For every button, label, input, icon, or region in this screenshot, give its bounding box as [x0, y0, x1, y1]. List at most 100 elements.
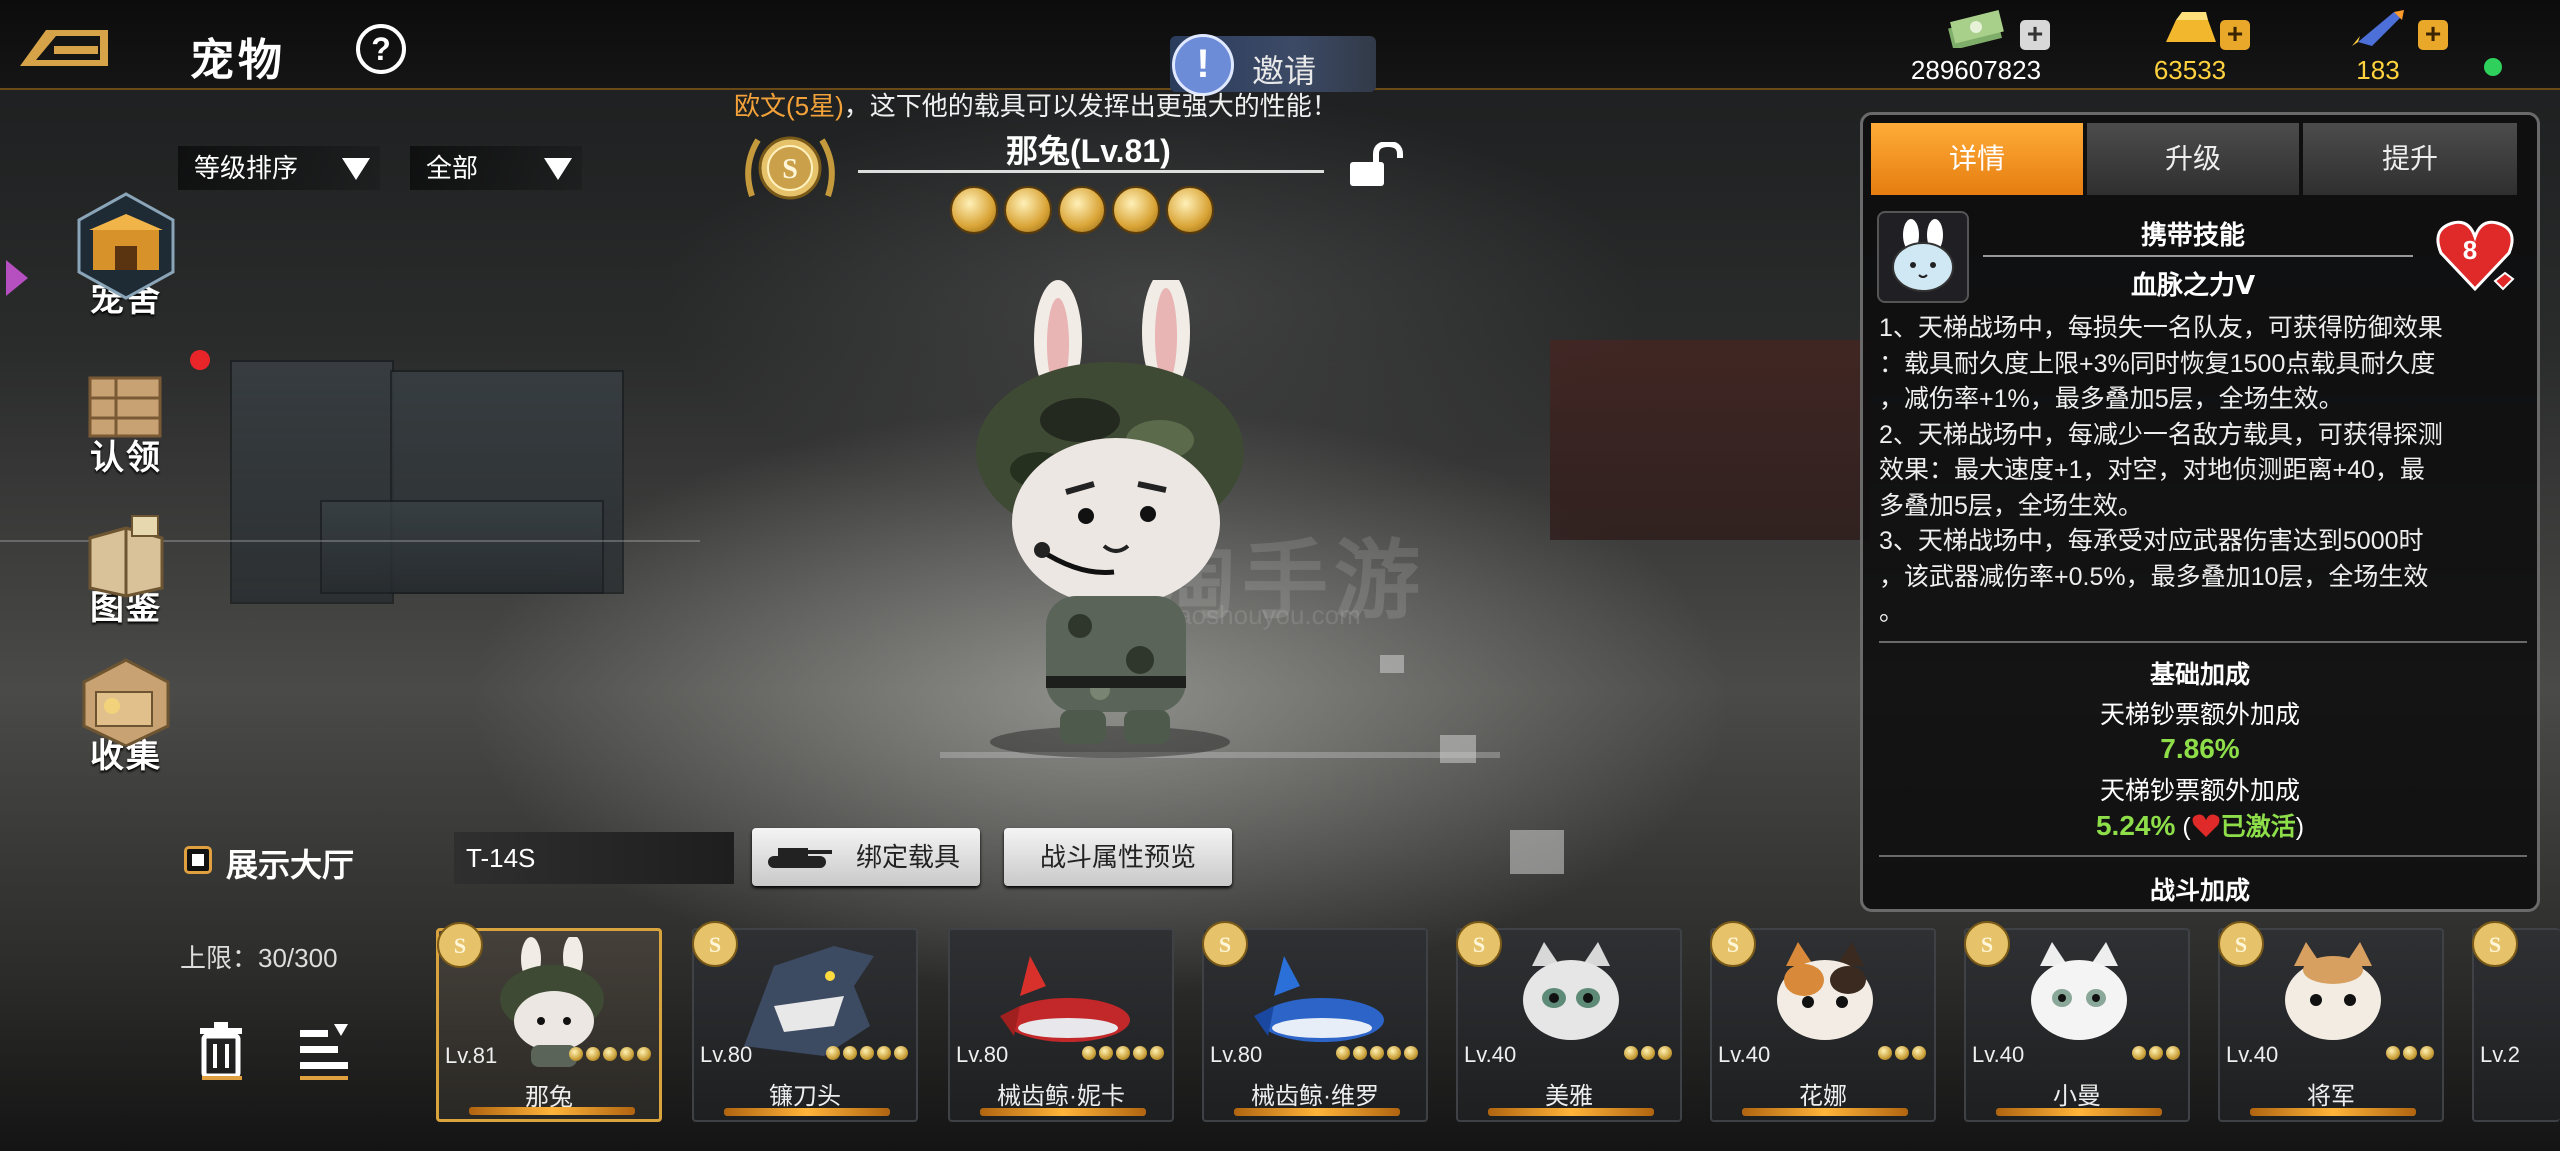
- skill-name: 血脉之力Ⅴ: [2130, 270, 2256, 300]
- news-ticker: 欧文(5星)，这下他的载具可以发挥出更强大的性能！: [734, 86, 1338, 123]
- pet-card-level: Lv.40: [1464, 1042, 1517, 1067]
- pet-card[interactable]: S Lv.40 小曼: [1964, 921, 2190, 1122]
- adopt-crate-icon: [88, 376, 162, 438]
- add-cash-button[interactable]: +: [2020, 20, 2050, 50]
- divider: [1879, 641, 2527, 643]
- grade-coin-icon: S: [1202, 921, 1248, 967]
- side-expand-arrow-icon[interactable]: [6, 260, 28, 296]
- pet-card-name: 将军: [2307, 1083, 2355, 1110]
- nav-collection[interactable]: 收集: [66, 656, 186, 777]
- cash-amount: 289607823: [1910, 55, 2042, 85]
- pet-card-bar: [1742, 1108, 1908, 1116]
- road-mark: [1440, 735, 1476, 763]
- pet-card-stars: [566, 1047, 651, 1066]
- type-dropdown[interactable]: 全部: [410, 146, 582, 190]
- svg-text:S: S: [1727, 932, 1739, 957]
- divider: [858, 170, 1324, 173]
- svg-text:S: S: [2235, 932, 2247, 957]
- pet-card-bar: [1234, 1108, 1400, 1116]
- bind-vehicle-label: 绑定载具: [856, 842, 961, 872]
- dropdown-arrow-icon: [544, 158, 572, 180]
- show-hall-checkbox[interactable]: [184, 846, 212, 874]
- pet-card[interactable]: S Lv.2: [2472, 921, 2560, 1122]
- bind-vehicle-button[interactable]: 绑定载具: [752, 828, 980, 886]
- pet-card[interactable]: S Lv.40 将军: [2218, 921, 2444, 1122]
- pet-card-name: 械齿鲸·维罗: [1251, 1083, 1379, 1110]
- pet-card[interactable]: S Lv.81 那兔: [436, 922, 662, 1122]
- grade-coin-icon: S: [1710, 921, 1756, 967]
- pet-card[interactable]: S Lv.40 美雅: [1456, 921, 1682, 1122]
- skill-desc-line: 2、天梯战场中，每减少一名敌方载具，可获得探测: [1879, 420, 2443, 449]
- svg-text:S: S: [782, 154, 798, 185]
- pet-card-bar: [2250, 1108, 2416, 1116]
- pet-card[interactable]: S Lv.80 械齿鲸·维罗: [1202, 921, 1428, 1122]
- collection-box-icon: [82, 658, 170, 748]
- pet-card-name: 械齿鲸·妮卡: [997, 1083, 1125, 1110]
- bonus2-value: 5.24%: [2095, 810, 2176, 841]
- back-button[interactable]: [16, 22, 112, 74]
- pet-card-bar: [980, 1108, 1146, 1116]
- pet-model-rabbit[interactable]: [940, 280, 1280, 760]
- sort-dropdown[interactable]: 等级排序: [178, 146, 380, 190]
- carry-skill-header: 携带技能: [2140, 220, 2245, 250]
- add-gold-button[interactable]: +: [2220, 20, 2250, 50]
- pet-grade-coin-icon: S: [745, 136, 835, 200]
- pet-card-name: 美雅: [1545, 1083, 1593, 1110]
- skill-desc-line: ，该武器减伤率+0.5%，最多叠加10层，全场生效: [1879, 562, 2429, 591]
- gold-bar-icon: [2166, 12, 2216, 42]
- pet-name-heading: 那兔(Lv.81): [1006, 126, 1171, 172]
- invite-button[interactable]: ! 邀请: [1170, 34, 1376, 96]
- kennel-icon: [77, 192, 175, 300]
- add-rocket-button[interactable]: +: [2418, 20, 2448, 50]
- pet-card-level: Lv.80: [1210, 1042, 1263, 1067]
- pet-card-name: 镰刀头: [769, 1083, 841, 1110]
- skill-desc-line: 效果：最大速度+1，对空，对地侦测距离+40，最: [1879, 456, 2425, 484]
- rocket-amount: 183: [2356, 55, 2400, 85]
- pet-card-level: Lv.80: [956, 1042, 1009, 1067]
- pet-card-level: Lv.40: [1972, 1042, 2025, 1067]
- help-icon[interactable]: ?: [356, 24, 406, 74]
- pet-card[interactable]: S Lv.80 镰刀头: [692, 921, 918, 1122]
- divider: [1983, 255, 2413, 257]
- pet-bells: [950, 186, 1220, 239]
- pet-card-level: Lv.40: [1718, 1042, 1771, 1067]
- background-container: [1550, 340, 1870, 540]
- base-bonus-title: 基础加成: [2149, 661, 2250, 689]
- grade-coin-icon: S: [2218, 921, 2264, 967]
- tank-icon: [768, 848, 832, 868]
- battle-preview-button[interactable]: 战斗属性预览: [1004, 828, 1232, 886]
- pet-card[interactable]: S Lv.40 花娜: [1710, 921, 1936, 1122]
- pet-card-stars: [1875, 1046, 1926, 1065]
- svg-text:S: S: [1981, 932, 1993, 957]
- tab-details[interactable]: 详情: [1871, 123, 2083, 195]
- bell-icon: [1166, 186, 1214, 234]
- svg-text:S: S: [1473, 932, 1485, 957]
- unlock-icon[interactable]: [1346, 142, 1404, 188]
- grade-coin-icon: S: [437, 922, 483, 968]
- skill-desc-line: ：载具耐久度上限+3%同时恢复1500点载具耐久度: [1879, 349, 2436, 378]
- pet-card[interactable]: Lv.80 械齿鲸·妮卡: [948, 928, 1174, 1122]
- sort-order-icon[interactable]: [300, 1022, 350, 1082]
- skill-desc-line: 1、天梯战场中，每损失一名队友，可获得防御效果: [1879, 314, 2443, 342]
- bell-icon: [1058, 186, 1106, 234]
- pet-card-stars: [1333, 1046, 1418, 1065]
- tab-enhance[interactable]: 提升: [2303, 123, 2517, 195]
- pet-card-stars: [1079, 1046, 1164, 1065]
- bonus1-value: 7.86%: [2160, 733, 2240, 764]
- nav-kennel[interactable]: 宠舍: [66, 192, 186, 321]
- pet-card-level: Lv.81: [445, 1043, 498, 1068]
- nav-adopt[interactable]: 认领: [66, 358, 186, 479]
- pet-card-name: 花娜: [1799, 1083, 1847, 1110]
- bell-icon: [1004, 186, 1052, 234]
- ticker-highlight: 欧文(5星): [734, 91, 844, 121]
- page-title: 宠物: [190, 36, 286, 85]
- tab-upgrade[interactable]: 升级: [2087, 123, 2299, 195]
- background-crate: [320, 500, 604, 594]
- heart-badge: 8: [2433, 215, 2517, 295]
- trash-icon[interactable]: [198, 1022, 244, 1080]
- pet-card-bar: [1488, 1108, 1654, 1116]
- notification-dot: [190, 350, 210, 370]
- nav-handbook[interactable]: 图鉴: [66, 508, 186, 629]
- bonus2-paren-open: (: [2182, 813, 2191, 841]
- road-mark: [1380, 655, 1404, 673]
